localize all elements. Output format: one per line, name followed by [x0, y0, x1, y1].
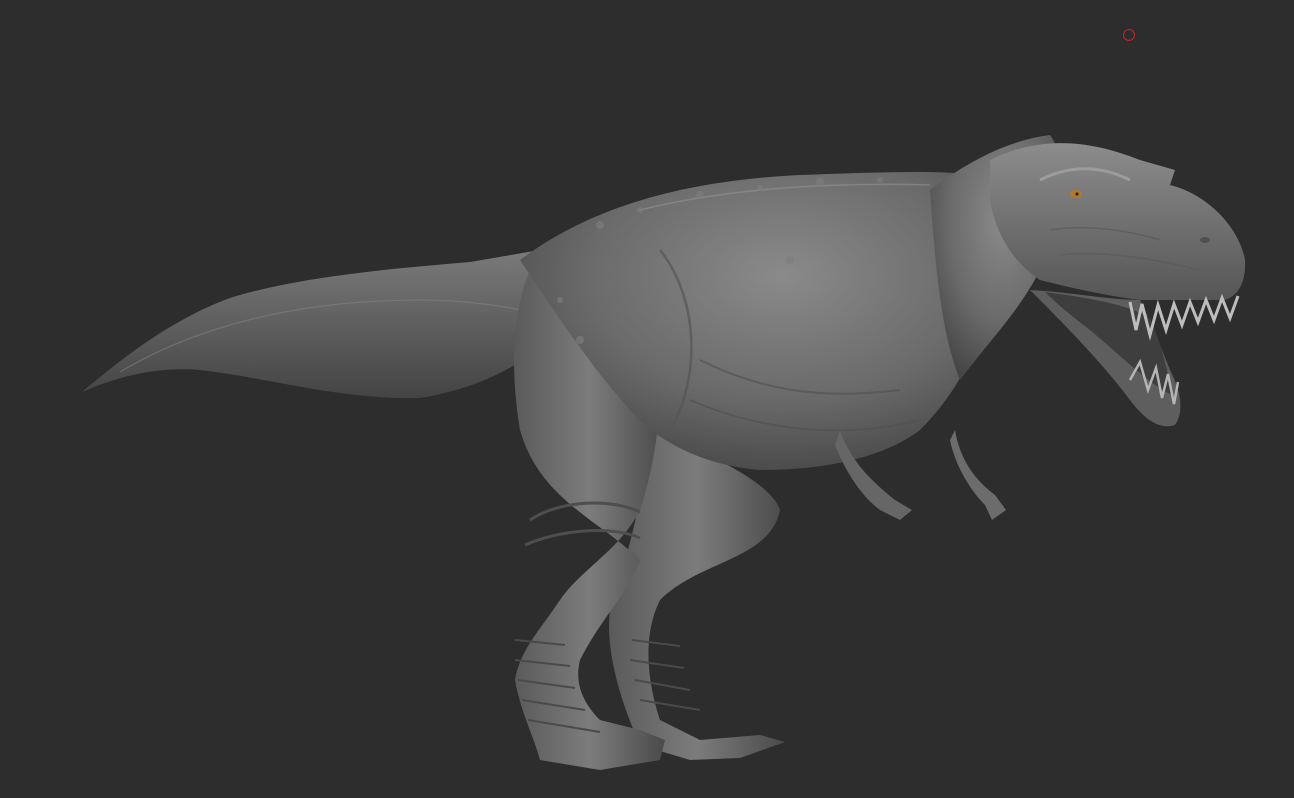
right-arm — [950, 430, 1006, 520]
sculpt-model-render[interactable] — [0, 0, 1294, 798]
tail — [82, 250, 560, 399]
brush-cursor-icon — [1123, 29, 1135, 41]
3d-viewport-canvas[interactable] — [0, 0, 1294, 798]
